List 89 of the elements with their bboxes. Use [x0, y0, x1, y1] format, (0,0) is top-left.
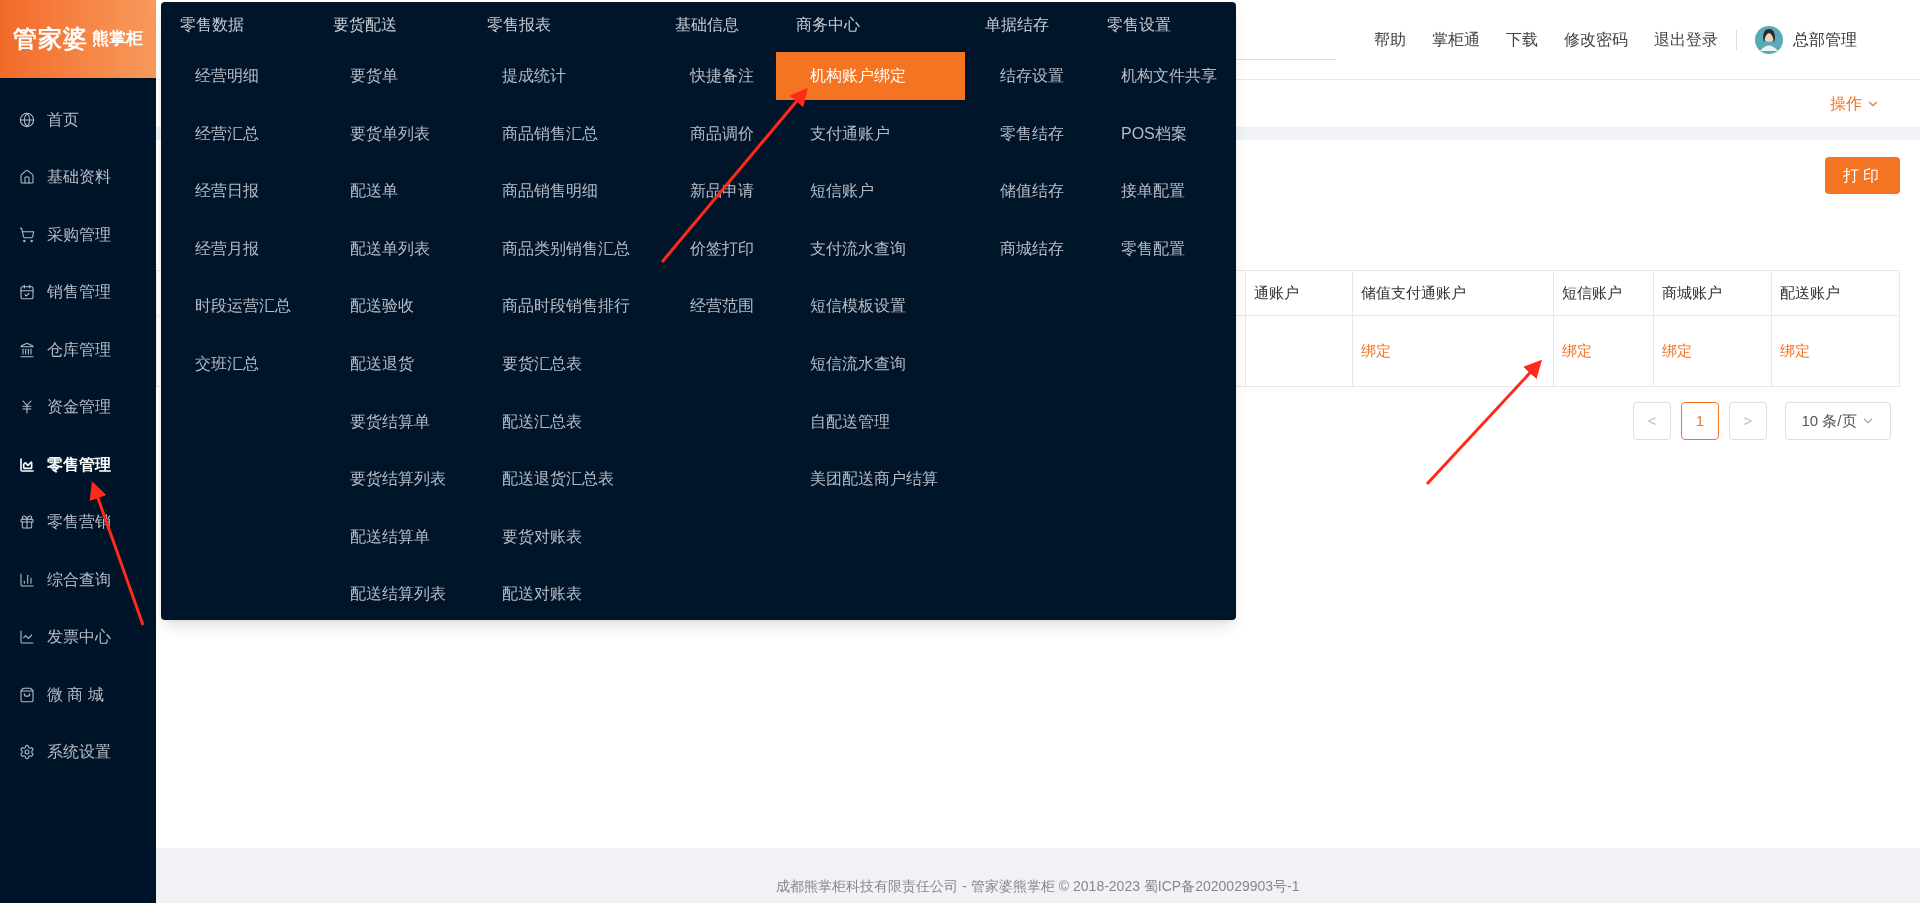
menu-item[interactable]: 要货单 — [333, 52, 487, 100]
menu-item[interactable]: 商品时段销售排行 — [487, 282, 675, 331]
menu-item[interactable]: 短信流水查询 — [776, 339, 965, 388]
menu-item[interactable]: 快捷备注 — [675, 52, 776, 100]
menu-item[interactable]: 配送汇总表 — [487, 397, 675, 446]
menu-item[interactable]: 机构文件共享 — [1087, 52, 1236, 100]
menu-item[interactable]: 配送退货汇总表 — [487, 455, 675, 504]
sidebar-item[interactable]: 仓库管理 — [0, 321, 156, 379]
header-link[interactable]: 退出登录 — [1654, 27, 1718, 52]
menu-item[interactable]: 美团配送商户结算 — [776, 455, 965, 504]
menu-item[interactable]: 支付通账户 — [776, 109, 965, 158]
cart-icon — [19, 226, 35, 243]
menu-heading: 单据结存 — [985, 15, 1049, 35]
menu-item[interactable]: 配送结算列表 — [333, 570, 487, 619]
header-link[interactable]: 帮助 — [1374, 27, 1406, 52]
menu-item[interactable]: 商品销售汇总 — [487, 109, 675, 158]
menu-item[interactable]: 经营日报 — [161, 167, 333, 216]
avatar-icon — [1755, 25, 1783, 54]
sidebar-item[interactable]: 发票中心 — [0, 608, 156, 666]
column-header: 通账户 — [1245, 271, 1352, 315]
menu-item[interactable]: 要货单列表 — [333, 109, 487, 158]
menu-heading: 商务中心 — [796, 15, 860, 35]
menu-item[interactable]: 配送退货 — [333, 339, 487, 388]
sidebar-item[interactable]: 微 商 城 — [0, 666, 156, 724]
menu-item[interactable]: 储值结存 — [965, 167, 1087, 216]
menu-item[interactable]: 配送单 — [333, 167, 487, 216]
menu-item[interactable]: 要货对账表 — [487, 512, 675, 561]
bag-icon — [19, 686, 35, 703]
menu-item[interactable]: 短信账户 — [776, 167, 965, 216]
user-name[interactable]: 总部管理 — [1793, 27, 1857, 52]
footer-text: 成都熊掌柜科技有限责任公司 - 管家婆熊掌柜 © 2018-2023 蜀ICP备2020029903号-1 — [776, 877, 1300, 896]
column-header: 配送账户 — [1771, 271, 1899, 315]
globe-icon — [19, 111, 35, 128]
menu-item[interactable]: 要货结算列表 — [333, 455, 487, 504]
sidebar-item[interactable]: 采购管理 — [0, 206, 156, 264]
menu-item[interactable]: 商品调价 — [675, 109, 776, 158]
menu-item[interactable]: 经营范围 — [675, 282, 776, 331]
menu-item[interactable]: 配送对账表 — [487, 570, 675, 619]
menu-item[interactable]: 提成统计 — [487, 52, 675, 100]
menu-item[interactable]: 经营明细 — [161, 52, 333, 100]
menu-item[interactable]: 商城结存 — [965, 224, 1087, 273]
menu-item[interactable]: 自配送管理 — [776, 397, 965, 446]
sidebar-item[interactable]: 销售管理 — [0, 263, 156, 321]
line-chart-icon — [19, 629, 35, 646]
menu-item[interactable]: 经营汇总 — [161, 109, 333, 158]
menu-item[interactable]: 配送单列表 — [333, 224, 487, 273]
menu-item[interactable]: 结存设置 — [965, 52, 1087, 100]
menu-item[interactable]: 零售结存 — [965, 109, 1087, 158]
house-icon — [19, 169, 35, 186]
header-link[interactable]: 掌柜通 — [1432, 27, 1480, 52]
page-size-select[interactable]: 10 条/页 — [1785, 402, 1891, 440]
menu-item[interactable]: 要货结算单 — [333, 397, 487, 446]
sidebar-item[interactable]: 基础资料 — [0, 148, 156, 206]
sidebar-item[interactable]: 资金管理 — [0, 378, 156, 436]
gear-icon — [19, 744, 35, 761]
menu-item[interactable]: 要货汇总表 — [487, 339, 675, 388]
menu-heading: 要货配送 — [333, 15, 397, 35]
menu-heading: 零售报表 — [487, 15, 551, 35]
menu-item[interactable]: 配送验收 — [333, 282, 487, 331]
menu-item[interactable]: 交班汇总 — [161, 339, 333, 388]
menu-item[interactable]: 时段运营汇总 — [161, 282, 333, 331]
bank-icon — [19, 341, 35, 358]
menu-item[interactable]: 经营月报 — [161, 224, 333, 273]
menu-item[interactable]: 配送结算单 — [333, 512, 487, 561]
menu-item[interactable]: POS档案 — [1087, 109, 1236, 158]
menu-item[interactable]: 短信模板设置 — [776, 282, 965, 331]
header-link[interactable]: 修改密码 — [1564, 27, 1628, 52]
column-header: 储值支付通账户 — [1352, 271, 1553, 315]
sidebar-item[interactable]: 零售管理 — [0, 436, 156, 494]
menu-heading: 零售设置 — [1107, 15, 1171, 35]
column-header: 商城账户 — [1653, 271, 1771, 315]
menu-item[interactable]: 商品销售明细 — [487, 167, 675, 216]
menu-heading: 基础信息 — [675, 15, 739, 35]
sidebar-item[interactable]: 首页 — [0, 91, 156, 149]
header-link[interactable]: 下载 — [1506, 27, 1538, 52]
menu-item[interactable]: 接单配置 — [1087, 167, 1236, 216]
gift-icon — [19, 514, 35, 531]
bar-chart-icon — [19, 571, 35, 588]
calendar-icon — [19, 284, 35, 301]
menu-item[interactable]: 商品类别销售汇总 — [487, 224, 675, 273]
column-header: 短信账户 — [1553, 271, 1653, 315]
yen-icon — [19, 399, 35, 416]
sidebar-item[interactable]: 综合查询 — [0, 551, 156, 609]
sidebar-item[interactable]: 系统设置 — [0, 723, 156, 781]
menu-item[interactable]: 零售配置 — [1087, 224, 1236, 273]
menu-item[interactable]: 价签打印 — [675, 224, 776, 273]
menu-item[interactable]: 支付流水查询 — [776, 224, 965, 273]
area-chart-icon — [19, 456, 35, 473]
menu-heading: 零售数据 — [180, 15, 244, 35]
